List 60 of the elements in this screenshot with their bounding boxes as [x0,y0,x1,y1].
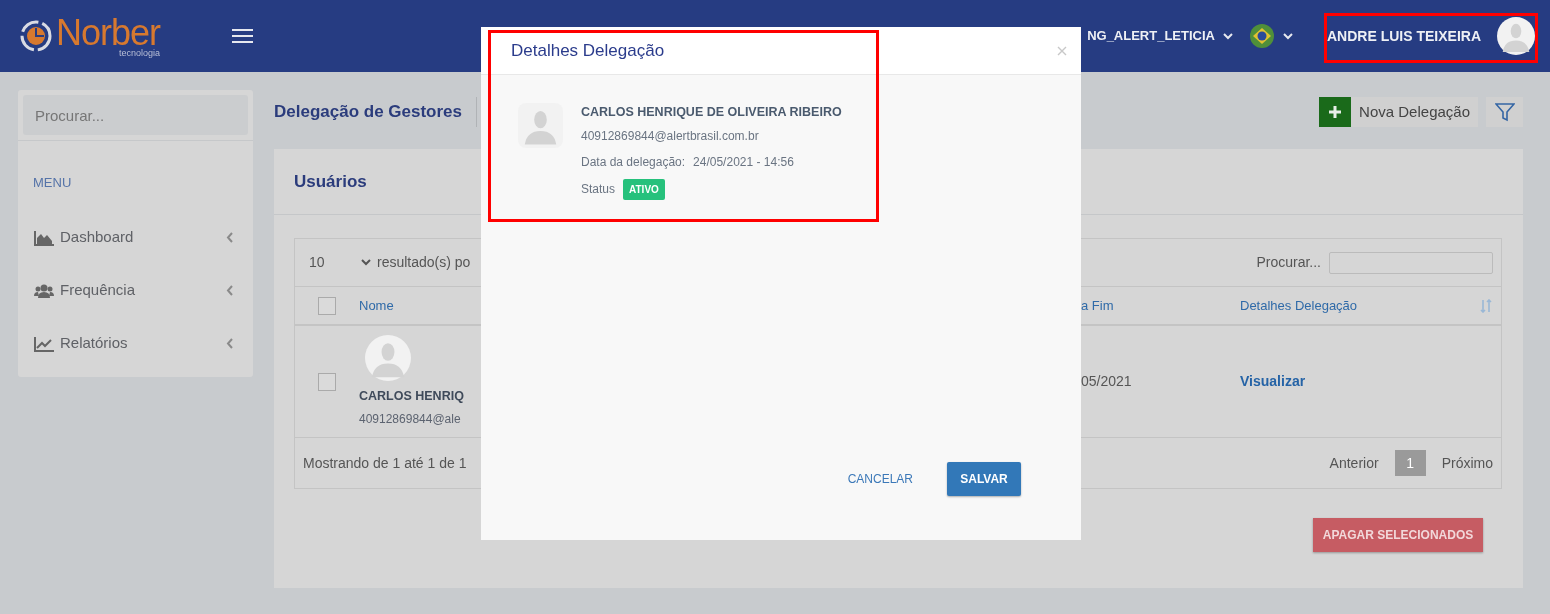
flag-icon [1249,23,1275,49]
sort-icon [1480,298,1492,313]
page-title: Delegação de Gestores [274,97,478,127]
user-name: CARLOS HENRIQ [359,388,464,406]
line-chart-icon [34,335,54,352]
sidebar-item[interactable]: Frequência [18,264,253,317]
chevron-icon [226,232,233,243]
menu-button[interactable] [232,28,254,44]
person-email: 40912869844@alertbrasil.com.br [581,127,760,145]
sidebar-item[interactable]: Relatórios [18,317,253,370]
user-email: 40912869844@ale [359,410,462,428]
caret-icon [361,259,371,266]
filter-button[interactable] [1486,97,1523,127]
table-cell-text: 05/2021 [1081,372,1133,391]
checkbox[interactable] [318,372,336,391]
search-label: Procurar... [1256,253,1321,272]
modal-title: Detalhes Delegação [511,39,665,62]
person-name: CARLOS HENRIQUE DE OLIVEIRA RIBEIRO [581,104,842,121]
user-name[interactable]: ANDRE LUIS TEIXEIRA [1327,25,1481,47]
delete-selected-button[interactable]: APAGAR SELECIONADOS [1313,518,1483,552]
caret-icon [1223,32,1233,40]
avatar-icon [365,335,411,382]
date-label: Data da delegação: [581,153,686,171]
menu-label: MENU [32,174,73,192]
page-size-label: resultado(s) po [377,253,471,272]
status-badge: ATIVO [623,178,665,200]
search-field[interactable] [1329,251,1493,274]
date-value: 24/05/2021 - 14:56 [693,153,794,171]
card-title: Usuários [294,170,367,193]
chevron-icon [226,338,233,349]
results-summary: Mostrando de 1 até 1 de 1 [303,453,467,473]
close-button[interactable] [1057,45,1067,56]
logo-icon [20,20,52,52]
sidebar-item[interactable]: Dashboard [18,211,253,264]
avatar-icon [1497,17,1535,55]
view-link[interactable]: Visualizar [1240,371,1306,392]
menu-icon [232,28,254,44]
logo-tagline: tecnologia [118,48,161,58]
column-header[interactable]: Nome [359,295,394,316]
page-size-select[interactable]: 10 [295,252,371,273]
caret-icon [1283,32,1293,40]
chevron-icon [226,285,233,296]
filter-icon [1494,102,1515,122]
previous-link[interactable]: Anterior [1329,452,1379,474]
search-field[interactable]: Procurar... [23,95,248,135]
next-link[interactable]: Próximo [1441,452,1493,474]
checkbox[interactable] [318,296,336,315]
account-name[interactable]: NG_ALERT_LETICIA [1087,26,1215,46]
column-header[interactable]: Detalhes Delegação [1240,295,1358,316]
new-delegation-button[interactable]: Nova Delegação [1319,97,1478,127]
close-icon [1057,45,1067,56]
status-label: Status [581,181,616,199]
plus-icon [1328,105,1343,119]
column-header[interactable]: a Fim [1081,295,1240,316]
page-number[interactable]: 1 [1394,450,1426,476]
people-icon [34,282,54,299]
avatar-icon [518,103,563,148]
save-button[interactable]: SALVAR [947,462,1021,496]
cancel-button[interactable]: CANCELAR [841,469,919,489]
area-chart-icon [34,229,54,246]
